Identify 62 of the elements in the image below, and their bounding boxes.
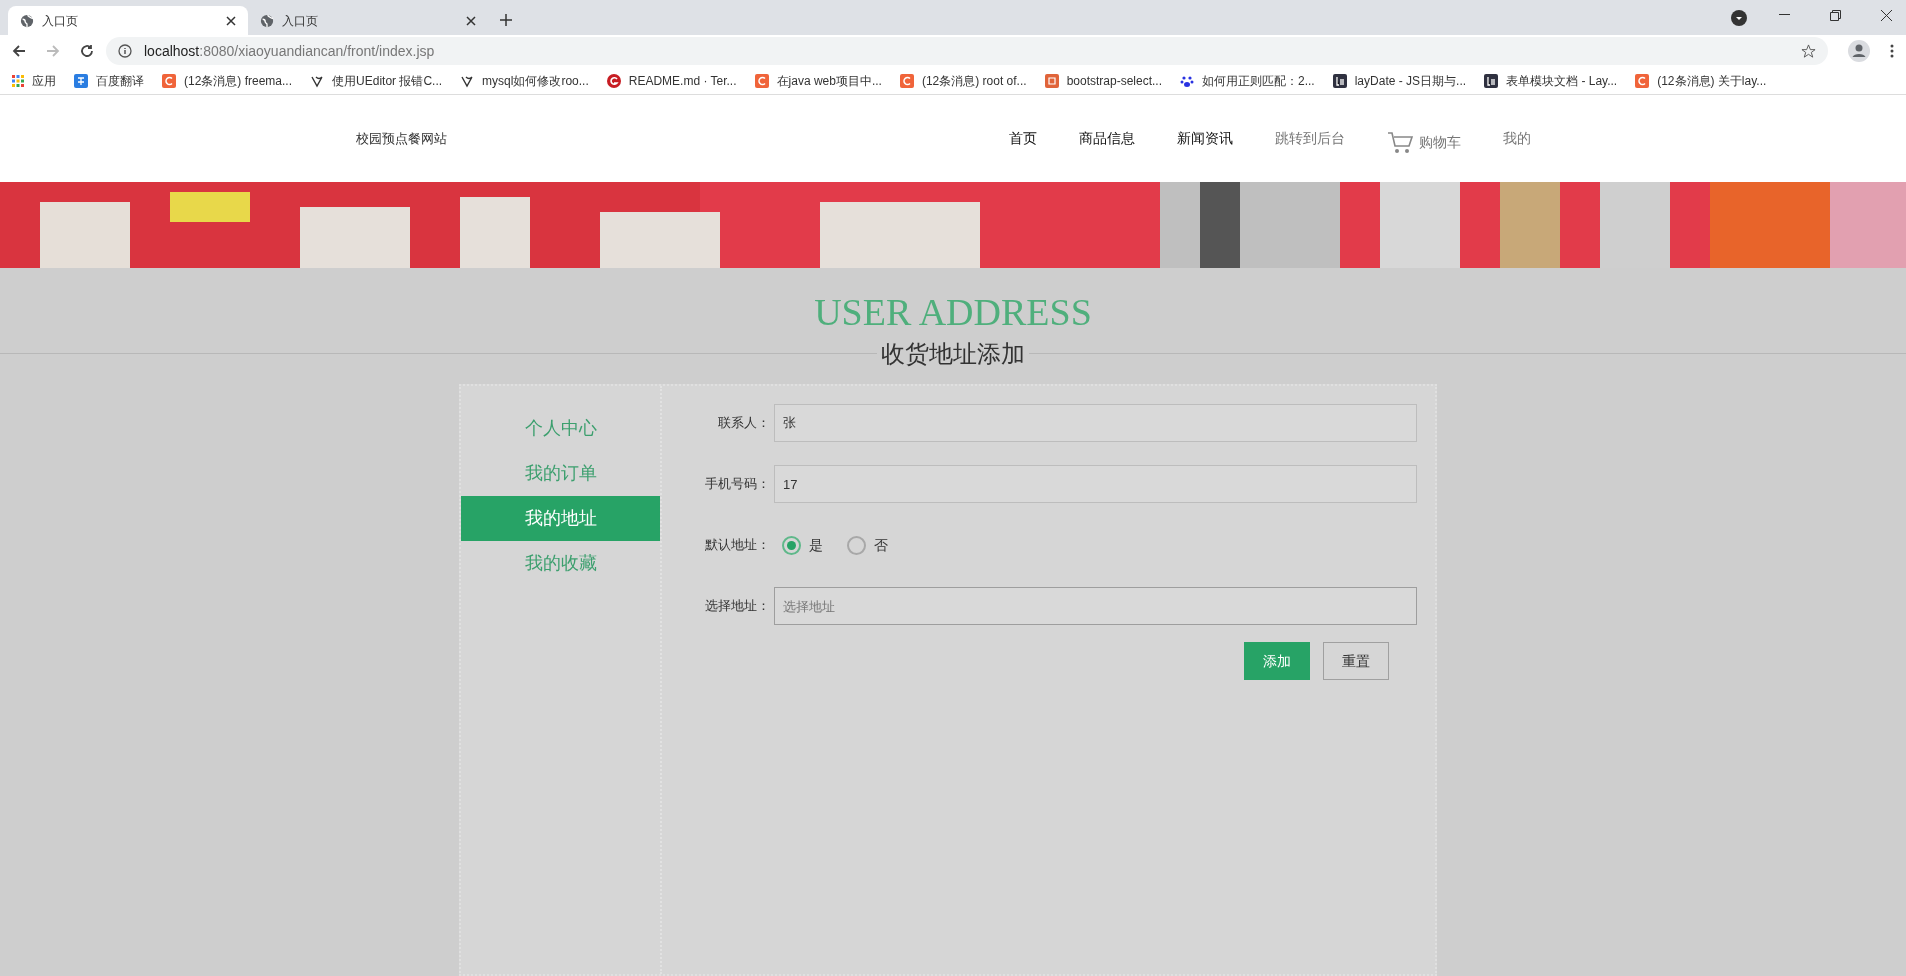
nav-link[interactable]: 新闻资讯 [1177, 128, 1233, 149]
cart-link[interactable]: 购物车 [1387, 130, 1461, 155]
address-select[interactable]: 选择地址 [774, 587, 1417, 625]
nav-link[interactable]: 跳转到后台 [1275, 128, 1345, 149]
menu-icon[interactable] [1890, 44, 1894, 58]
tab-title: 入口页 [282, 12, 319, 29]
apps-grid-icon [12, 74, 24, 87]
new-tab-icon[interactable] [500, 14, 512, 26]
minimize-icon[interactable] [1779, 14, 1790, 16]
field-label: 选择地址： [704, 597, 771, 616]
bookmark[interactable]: 如何用正则匹配：2... [1180, 71, 1315, 90]
site-title: 校园预点餐网站 [356, 129, 447, 148]
close-icon[interactable] [466, 15, 476, 26]
close-icon[interactable] [1881, 10, 1892, 21]
section-subtitle: 收货地址添加 [877, 342, 1029, 366]
address-bar[interactable]: localhost:8080/xiaoyuandiancan/front/index.jsp [106, 37, 1828, 65]
field-label: 联系人： [717, 414, 771, 433]
globe-icon [20, 13, 34, 28]
translate-icon [74, 73, 88, 88]
text-field[interactable]: 17 [774, 465, 1417, 503]
bookmark[interactable]: 在java web项目中... [754, 71, 882, 90]
field-label: 手机号码： [704, 475, 771, 494]
radio-option[interactable]: 否 [847, 534, 888, 556]
globe-icon [260, 13, 274, 28]
reload-icon[interactable] [80, 44, 94, 58]
text-field[interactable]: 张 [774, 404, 1417, 442]
bookmark[interactable]: (12条消息) 关于lay... [1635, 71, 1767, 90]
c-logo-icon [1635, 73, 1650, 88]
dropdown-icon[interactable] [1731, 10, 1747, 26]
url-text: localhost:8080/xiaoyuandiancan/front/index.jsp [144, 41, 436, 61]
profile-icon[interactable] [1848, 40, 1870, 62]
bookmark[interactable]: mysql如何修改roo... [460, 71, 589, 90]
c-logo-icon [754, 73, 769, 88]
bookmark[interactable]: 应用 [12, 71, 56, 90]
g-logo-icon [606, 73, 621, 88]
reset-button[interactable]: 重置 [1323, 642, 1389, 680]
bookmark[interactable]: 百度翻译 [74, 71, 144, 90]
browser-tab[interactable]: 入口页 [8, 6, 248, 35]
field-label: 默认地址： [704, 536, 771, 555]
radio-button[interactable] [847, 535, 866, 555]
bookmark[interactable]: 表单模块文档 - Lay... [1484, 71, 1618, 90]
c-logo-icon [899, 73, 914, 88]
radio-button[interactable] [782, 535, 801, 555]
bookmark[interactable]: 使用UEditor 报错C... [310, 71, 443, 90]
bookmark[interactable]: bootstrap-select... [1044, 71, 1162, 90]
bookmark[interactable]: (12条消息) root of... [899, 71, 1027, 90]
nav-link[interactable]: 我的 [1503, 128, 1531, 149]
back-icon[interactable] [12, 44, 26, 58]
c-logo-icon [162, 73, 176, 88]
bookmark[interactable]: layDate - JS日期与... [1332, 71, 1467, 90]
radio-option[interactable]: 是 [782, 534, 823, 556]
bookmark[interactable]: README.md · Ter... [606, 71, 737, 90]
restore-icon[interactable] [1830, 10, 1841, 21]
info-icon [118, 44, 132, 58]
nav-link[interactable]: 首页 [1009, 128, 1037, 149]
tab-title: 入口页 [42, 12, 79, 29]
cart-icon [1387, 130, 1415, 155]
bookmark[interactable]: (12条消息) freema... [162, 71, 293, 90]
section-title: USER ADDRESS [814, 293, 1092, 331]
close-icon[interactable] [226, 15, 236, 26]
star-icon[interactable] [1801, 43, 1816, 59]
nav-link[interactable]: 商品信息 [1079, 128, 1135, 149]
